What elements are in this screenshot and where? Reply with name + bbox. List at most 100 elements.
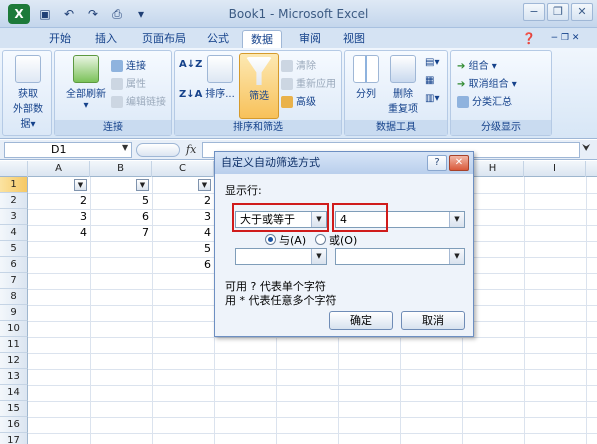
edit-links-icon xyxy=(111,96,123,108)
and-radio[interactable] xyxy=(265,234,276,245)
column-header-b[interactable]: B xyxy=(90,161,152,177)
row-header[interactable]: 1 xyxy=(0,177,28,193)
filter-dropdown-b[interactable]: ▼ xyxy=(136,179,149,191)
chevron-down-icon[interactable]: ▼ xyxy=(449,249,464,264)
restore-button[interactable]: ❐ xyxy=(547,3,569,21)
row-header[interactable]: 5 xyxy=(0,241,28,257)
row-header[interactable]: 10 xyxy=(0,321,28,337)
select-all-corner[interactable] xyxy=(0,161,28,177)
tab-home[interactable]: 开始 xyxy=(38,30,82,48)
sort-desc-icon[interactable]: Z↓A xyxy=(179,89,202,100)
gridline xyxy=(28,353,597,354)
text-to-columns-icon xyxy=(353,55,379,83)
workbook-controls[interactable]: − ❐ ✕ xyxy=(540,30,590,48)
cell-c5[interactable]: 5 xyxy=(152,241,214,257)
connections-icon xyxy=(111,60,123,72)
tab-view[interactable]: 视图 xyxy=(334,30,374,48)
row-header[interactable]: 16 xyxy=(0,417,28,433)
or-label: 或(O) xyxy=(329,234,358,247)
cell-b4[interactable]: 7 xyxy=(90,225,152,241)
custom-autofilter-dialog: 自定义自动筛选方式 ? ✕ 显示行: 大于或等于 ▼ 4 ▼ 与(A) 或(O)… xyxy=(214,151,474,337)
tab-data[interactable]: 数据 xyxy=(242,30,282,48)
row-header[interactable]: 13 xyxy=(0,369,28,385)
filter-dropdown-a[interactable]: ▼ xyxy=(74,179,87,191)
or-radio[interactable] xyxy=(315,234,326,245)
row-header[interactable]: 9 xyxy=(0,305,28,321)
cell-b3[interactable]: 6 xyxy=(90,209,152,225)
cell-c3[interactable]: 3 xyxy=(152,209,214,225)
cancel-button[interactable]: 取消 xyxy=(401,311,465,330)
close-button[interactable]: ✕ xyxy=(571,3,593,21)
dialog-help-button[interactable]: ? xyxy=(427,155,447,171)
filter-funnel-icon xyxy=(246,57,272,85)
tab-review[interactable]: 审阅 xyxy=(290,30,330,48)
tab-page-layout[interactable]: 页面布局 xyxy=(134,30,194,48)
value-input-2[interactable]: ▼ xyxy=(335,248,465,265)
refresh-all-button[interactable]: 全部刷新 ▾ xyxy=(61,55,111,111)
row-header[interactable]: 8 xyxy=(0,289,28,305)
expand-formula-icon[interactable]: ⮟ xyxy=(582,143,591,154)
cell-c4[interactable]: 4 xyxy=(152,225,214,241)
minimize-button[interactable]: − xyxy=(523,3,545,21)
cell-a3[interactable]: 3 xyxy=(28,209,90,225)
filter-dropdown-c[interactable]: ▼ xyxy=(198,179,211,191)
row-header[interactable]: 17 xyxy=(0,433,28,444)
external-data-icon xyxy=(15,55,41,83)
row-header[interactable]: 3 xyxy=(0,209,28,225)
row-header[interactable]: 11 xyxy=(0,337,28,353)
ungroup-button[interactable]: ➔ 取消组合 ▾ xyxy=(457,75,517,90)
row-header[interactable]: 12 xyxy=(0,353,28,369)
tab-formulas[interactable]: 公式 xyxy=(198,30,238,48)
refresh-icon xyxy=(73,55,99,83)
dialog-controls: ? ✕ xyxy=(427,155,469,171)
reapply-icon xyxy=(281,78,293,90)
remove-duplicates-button[interactable]: 删除 重复项 xyxy=(385,55,421,115)
advanced-filter-button[interactable]: 高级 xyxy=(281,93,316,108)
consolidate-icon[interactable]: ▦ xyxy=(425,75,434,86)
gridline xyxy=(524,177,525,444)
text-to-columns-button[interactable]: 分列 xyxy=(349,55,383,100)
row-header[interactable]: 15 xyxy=(0,401,28,417)
insert-function-icon[interactable]: fx xyxy=(186,143,196,156)
cell-a4[interactable]: 4 xyxy=(28,225,90,241)
help-icon[interactable]: ❓ xyxy=(522,30,536,48)
subtotal-button[interactable]: 分类汇总 xyxy=(457,93,512,108)
row-header[interactable]: 6 xyxy=(0,257,28,273)
row-header[interactable]: 14 xyxy=(0,385,28,401)
operator-select-2[interactable]: ▼ xyxy=(235,248,327,265)
column-header-i[interactable]: I xyxy=(524,161,586,177)
row-header[interactable]: 7 xyxy=(0,273,28,289)
sort-asc-icon[interactable]: A↓Z xyxy=(179,59,202,70)
highlight-box-value xyxy=(332,203,388,232)
get-external-data-button[interactable]: 获取 外部数据▾ xyxy=(9,55,47,130)
remove-duplicates-icon xyxy=(390,55,416,83)
name-box-dropdown-icon[interactable]: ▼ xyxy=(122,143,128,152)
name-box[interactable]: D1 xyxy=(4,142,132,158)
reapply-button[interactable]: 重新应用 xyxy=(281,75,336,90)
filter-button[interactable]: 筛选 xyxy=(239,53,279,119)
title-bar: X ▣ ↶ ↷ ⎙ ▾ Book1 - Microsoft Excel − ❐ … xyxy=(0,0,597,28)
cell-b2[interactable]: 5 xyxy=(90,193,152,209)
chevron-down-icon[interactable]: ▼ xyxy=(449,212,464,227)
cell-a2[interactable]: 2 xyxy=(28,193,90,209)
column-header-c[interactable]: C xyxy=(152,161,214,177)
connections-button[interactable]: 连接 xyxy=(111,57,146,72)
ok-button[interactable]: 确定 xyxy=(329,311,393,330)
column-header-a[interactable]: A xyxy=(28,161,90,177)
clear-filter-button[interactable]: 清除 xyxy=(281,57,316,72)
edit-links-button[interactable]: 编辑链接 xyxy=(111,93,166,108)
properties-button[interactable]: 属性 xyxy=(111,75,146,90)
what-if-icon[interactable]: ▥▾ xyxy=(425,93,439,104)
cell-c2[interactable]: 2 xyxy=(152,193,214,209)
row-header[interactable]: 2 xyxy=(0,193,28,209)
tab-insert[interactable]: 插入 xyxy=(86,30,126,48)
sort-button[interactable]: 排序... xyxy=(203,55,237,100)
data-validation-icon[interactable]: ▤▾ xyxy=(425,57,439,68)
group-label-sort-filter: 排序和筛选 xyxy=(175,120,341,135)
group-button[interactable]: ➔ 组合 ▾ xyxy=(457,57,497,72)
row-header[interactable]: 4 xyxy=(0,225,28,241)
cell-c6[interactable]: 6 xyxy=(152,257,214,273)
dialog-close-button[interactable]: ✕ xyxy=(449,155,469,171)
chevron-down-icon[interactable]: ▼ xyxy=(311,249,326,264)
formula-splitter-icon[interactable] xyxy=(136,143,180,157)
